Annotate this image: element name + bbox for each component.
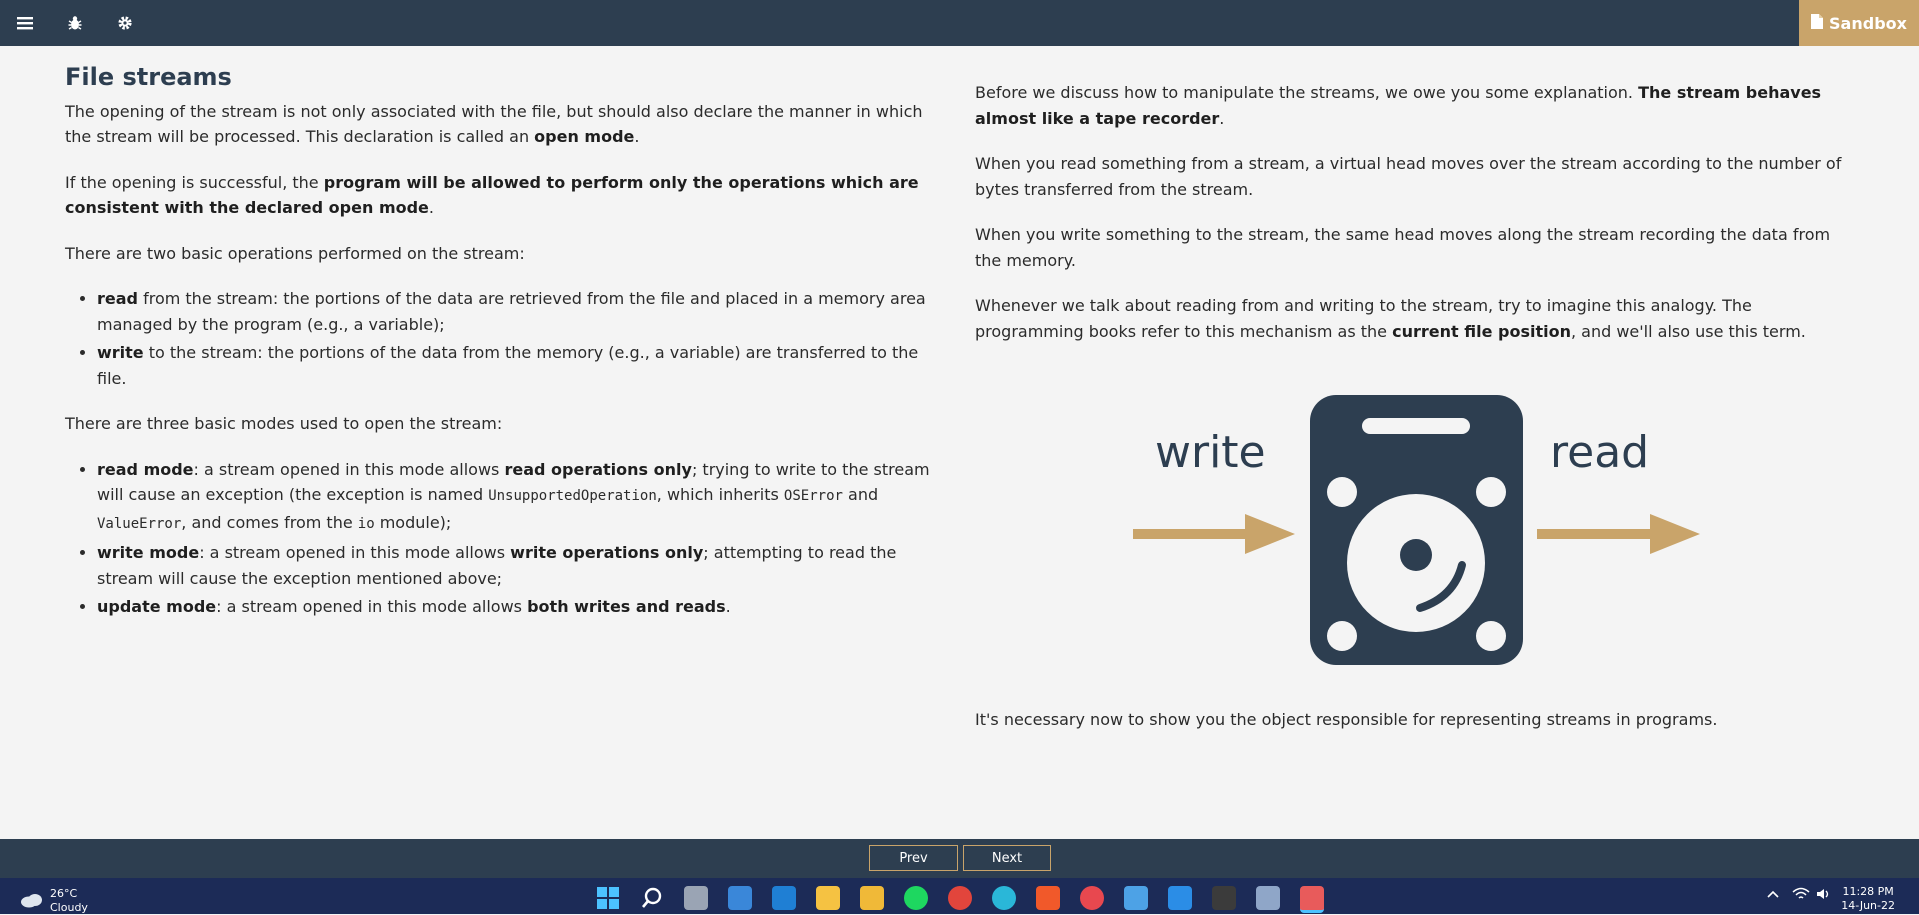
paragraph-tape-recorder: Before we discuss how to manipulate the … (975, 83, 1822, 128)
paragraph-successful-opening: If the opening is successful, the progra… (65, 172, 919, 218)
chevron-up-icon[interactable] (1766, 887, 1780, 905)
media-player-icon[interactable] (1080, 886, 1104, 910)
paragraph-file-position: Whenever we talk about reading from and … (975, 296, 1806, 341)
chrome-icon[interactable] (948, 886, 972, 910)
clock-time: 11:28 PM (1842, 885, 1894, 898)
modes-list: read mode: a stream opened in this mode … (65, 457, 945, 620)
list-item: write mode: a stream opened in this mode… (97, 540, 945, 591)
volume-icon[interactable] (1816, 887, 1832, 905)
read-arrow-icon (1537, 514, 1700, 554)
notepad-icon[interactable] (1124, 886, 1148, 910)
hamburger-icon[interactable] (14, 12, 36, 34)
mail-icon[interactable] (772, 886, 796, 910)
page-title: File streams (65, 63, 232, 91)
paragraph-write-head: When you write something to the stream, … (975, 225, 1831, 270)
gear-icon[interactable] (114, 12, 136, 34)
right-column: Before we discuss how to manipulate the … (975, 55, 1855, 364)
top-bar: Sandbox (0, 0, 1919, 46)
bug-icon[interactable] (64, 12, 86, 34)
paragraph-open-mode: The opening of the stream is not only as… (65, 101, 923, 147)
next-button[interactable]: Next (963, 845, 1051, 871)
paragraph-two-operations: There are two basic operations performed… (65, 243, 525, 263)
file-icon (1811, 13, 1824, 33)
write-arrow-icon (1133, 514, 1295, 554)
paragraph-closing: It's necessary now to show you the objec… (975, 710, 1718, 729)
virtualbox-icon[interactable] (1256, 886, 1280, 910)
brave-icon[interactable] (1036, 886, 1060, 910)
terminal-icon[interactable] (1212, 886, 1236, 910)
list-item: read mode: a stream opened in this mode … (97, 457, 945, 538)
left-column: File streams The opening of the stream i… (65, 55, 945, 640)
task-view-icon[interactable] (684, 886, 708, 910)
store-icon[interactable] (728, 886, 752, 910)
spotify-icon[interactable] (904, 886, 928, 910)
paragraph-three-modes: There are three basic modes used to open… (65, 414, 503, 433)
sandbox-button[interactable]: Sandbox (1799, 0, 1919, 46)
edge-icon[interactable] (992, 886, 1016, 910)
illustration-write-label: write (1155, 427, 1266, 478)
file-explorer-icon[interactable] (816, 886, 840, 910)
search-icon[interactable] (640, 886, 664, 910)
wifi-icon[interactable] (1792, 887, 1810, 905)
stream-illustration: write read (1133, 395, 1700, 665)
clock-date: 14-Jun-22 (1841, 899, 1895, 912)
prev-button[interactable]: Prev (869, 845, 958, 871)
os-taskbar: 26°C Cloudy 11:28 PM 14-Jun-22 (0, 878, 1919, 914)
weather-temp: 26°C (50, 887, 78, 900)
list-item: write to the stream: the portions of the… (97, 340, 945, 391)
cloud-icon (20, 892, 44, 912)
operations-list: read from the stream: the portions of th… (65, 286, 945, 391)
vscode-icon[interactable] (1168, 886, 1192, 910)
list-item: update mode: a stream opened in this mod… (97, 594, 945, 620)
folder-icon[interactable] (860, 886, 884, 910)
active-app-icon[interactable] (1300, 886, 1324, 913)
footer-nav: Prev Next (0, 839, 1919, 878)
list-item: read from the stream: the portions of th… (97, 286, 945, 337)
disk-drive-icon (1310, 395, 1523, 665)
start-icon[interactable] (596, 886, 620, 910)
paragraph-read-head: When you read something from a stream, a… (975, 154, 1842, 199)
weather-condition: Cloudy (50, 901, 88, 914)
system-clock[interactable]: 11:28 PM 14-Jun-22 (1841, 885, 1895, 913)
sandbox-label: Sandbox (1829, 13, 1907, 33)
illustration-read-label: read (1550, 427, 1649, 478)
weather-widget[interactable]: 26°C Cloudy (50, 887, 88, 915)
